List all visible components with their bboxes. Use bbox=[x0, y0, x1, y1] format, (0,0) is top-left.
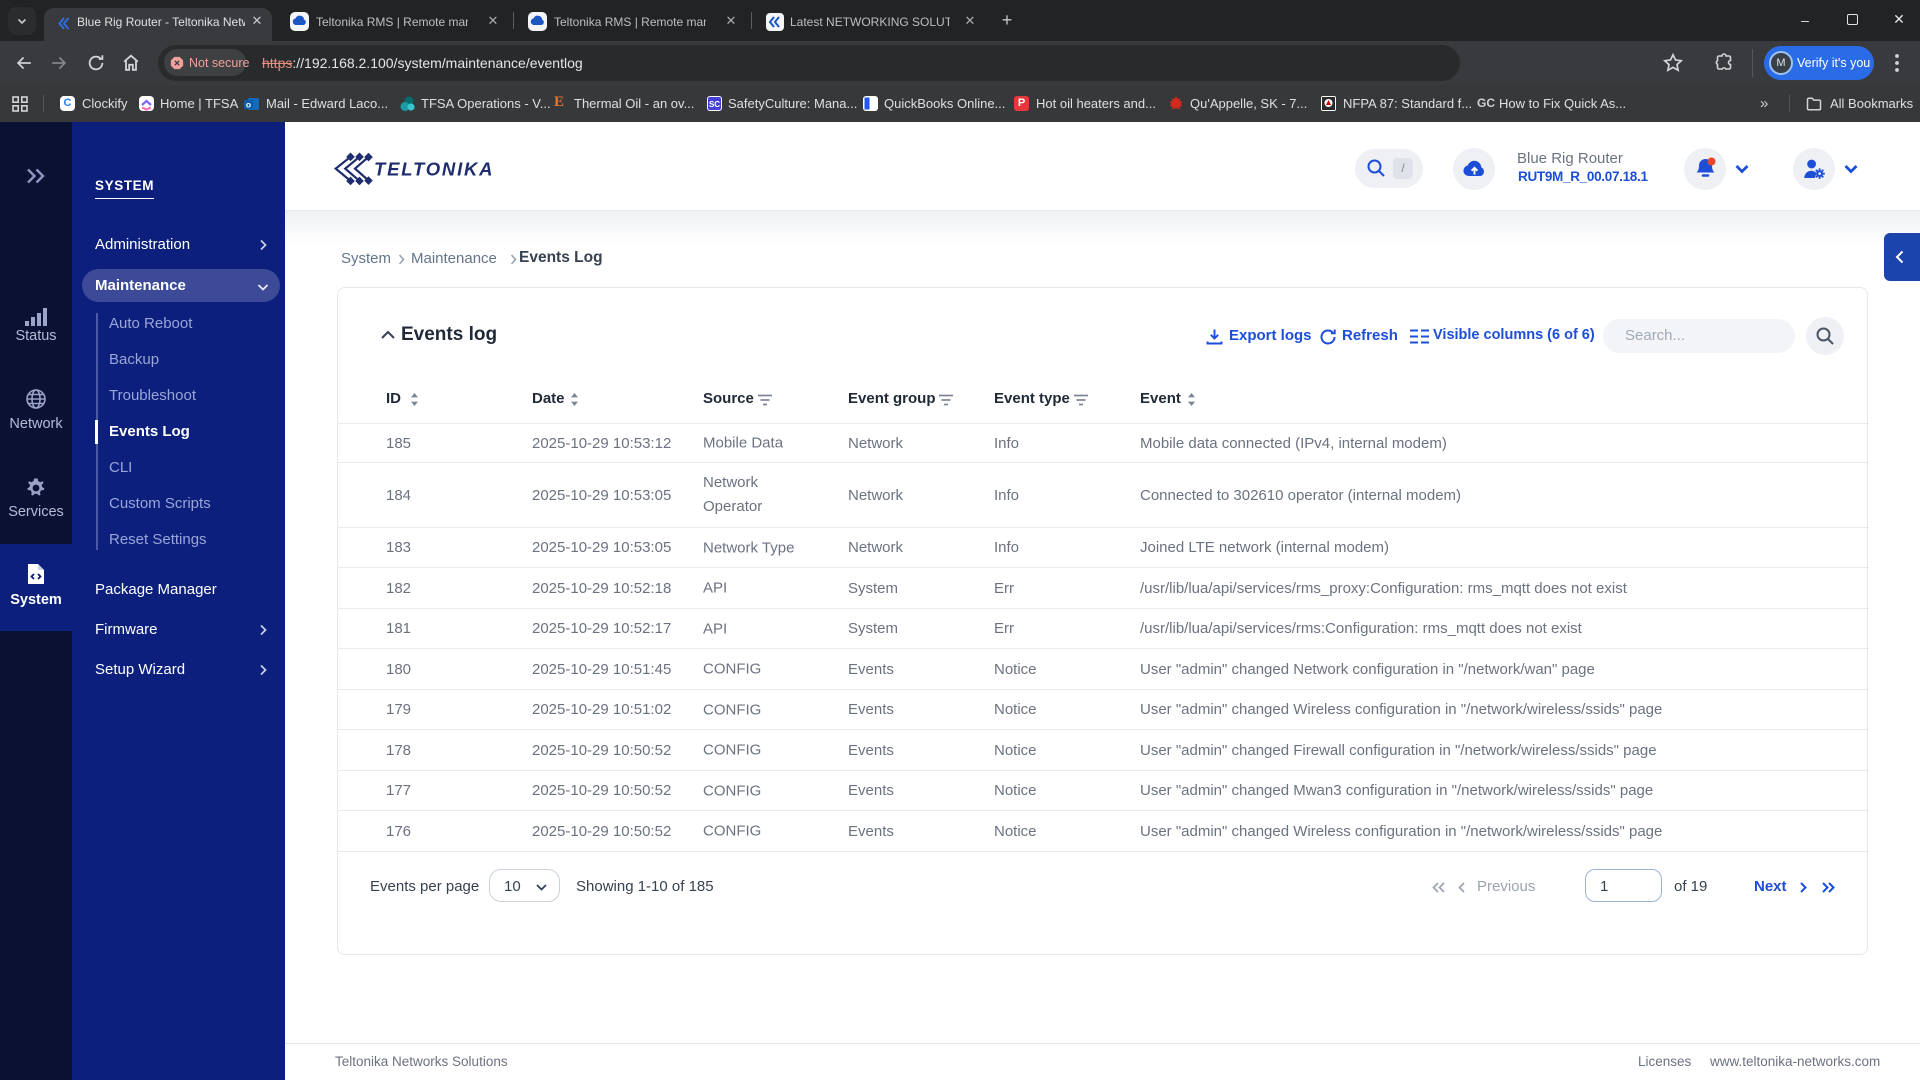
svg-text:o: o bbox=[246, 100, 251, 110]
svg-text:SC: SC bbox=[709, 100, 720, 109]
svg-text:TELTONIKA: TELTONIKA bbox=[374, 159, 494, 180]
